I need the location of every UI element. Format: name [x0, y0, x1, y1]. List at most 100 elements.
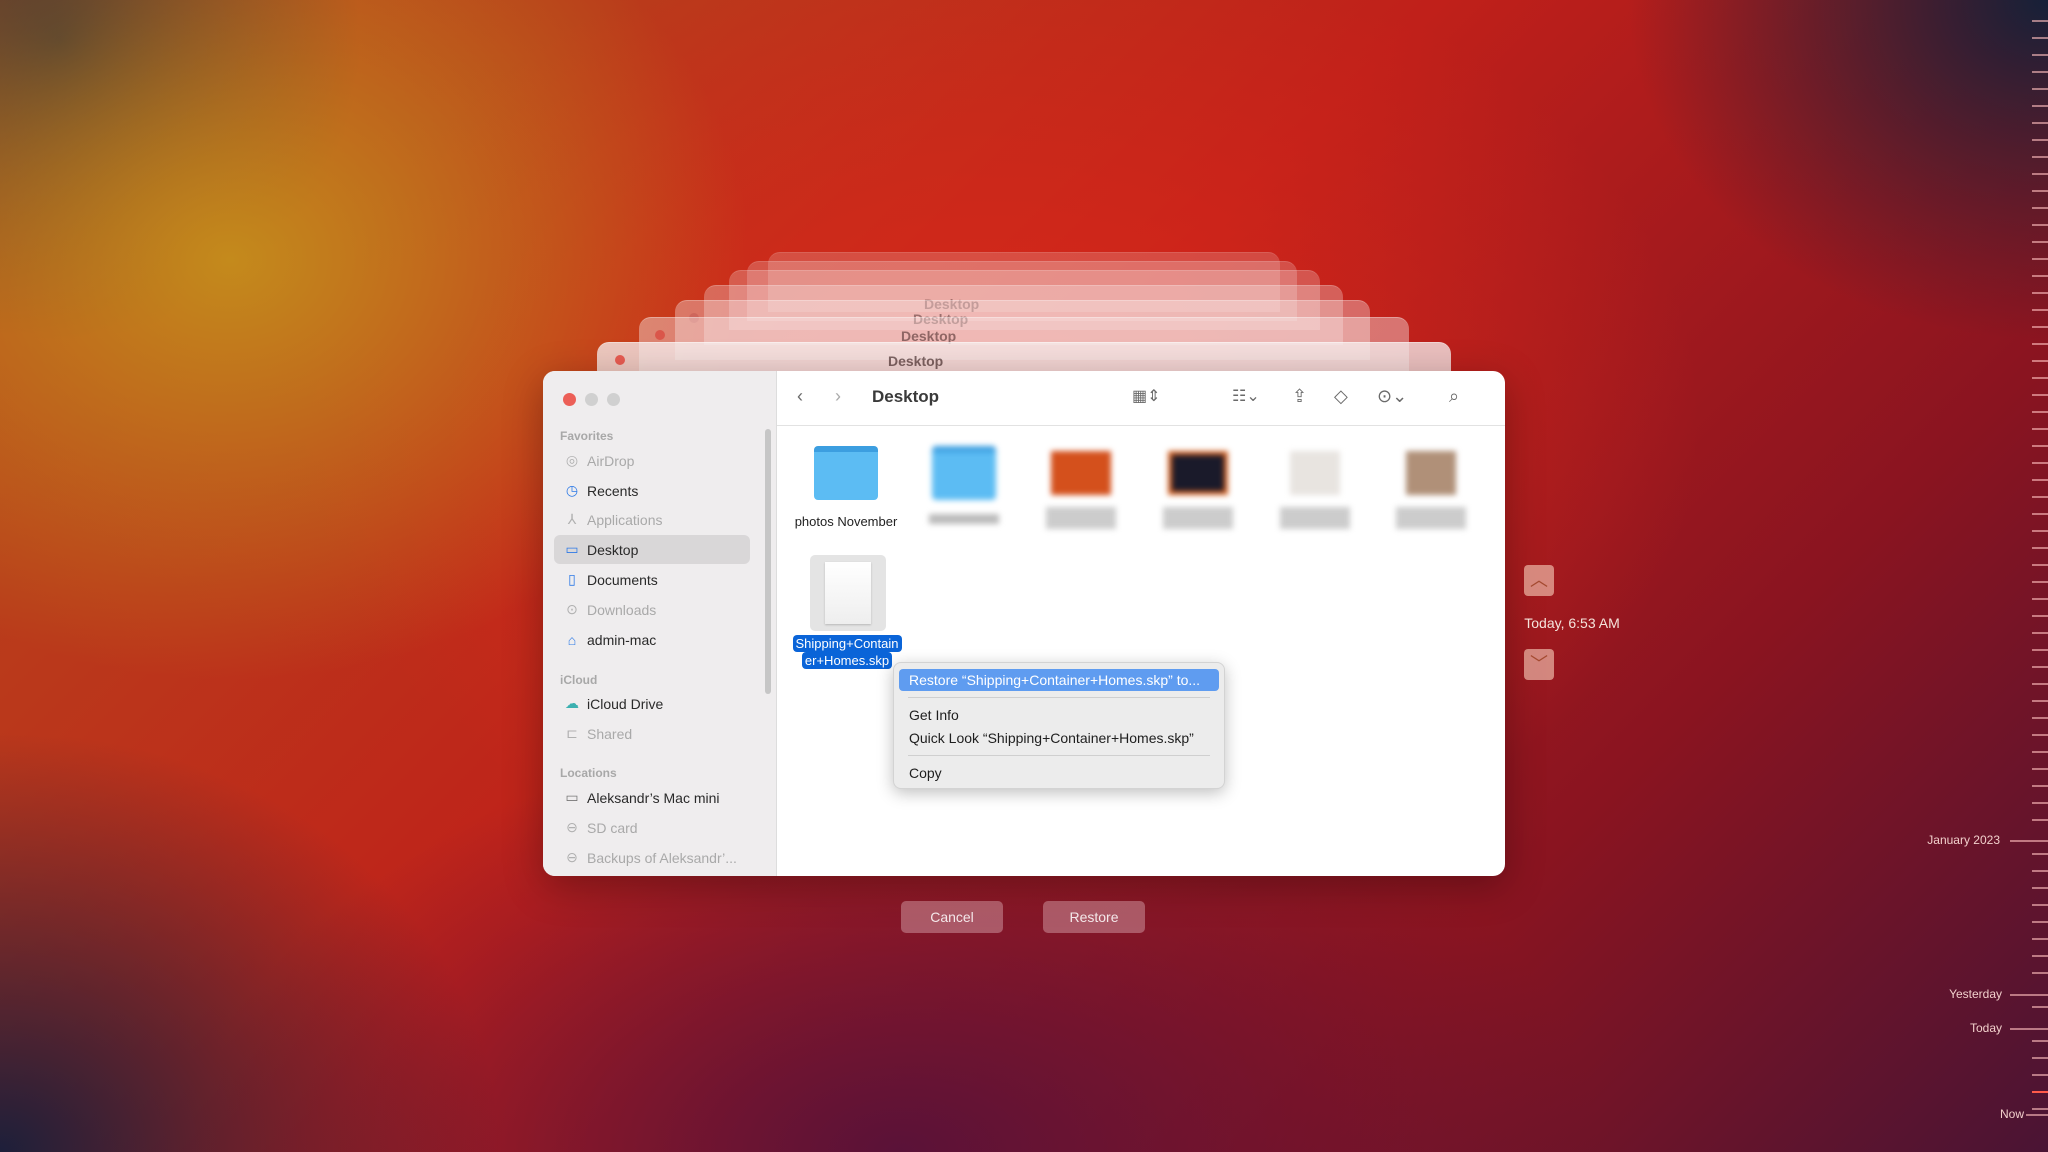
- restore-button[interactable]: Restore: [1043, 901, 1145, 933]
- menu-item-restore[interactable]: Restore “Shipping+Container+Homes.skp” t…: [899, 669, 1219, 691]
- timeline-tick[interactable]: [2010, 994, 2048, 996]
- sidebar-item-sd-card[interactable]: ⊖ SD card: [554, 813, 750, 842]
- timeline-tick[interactable]: [2032, 71, 2048, 73]
- timeline-tick[interactable]: [2032, 683, 2048, 685]
- timeline-tick[interactable]: [2032, 54, 2048, 56]
- sidebar-item-shared[interactable]: ⊏ Shared: [554, 719, 750, 748]
- timeline-tick[interactable]: [2032, 1091, 2048, 1093]
- timeline-tick[interactable]: [2032, 479, 2048, 481]
- timeline-tick[interactable]: [2032, 972, 2048, 974]
- sidebar-item-home[interactable]: ⌂ admin-mac: [554, 625, 750, 654]
- next-snapshot-button[interactable]: ﹀: [1524, 649, 1554, 680]
- share-icon[interactable]: ⇪: [1292, 386, 1307, 407]
- timeline-label[interactable]: Yesterday: [1882, 987, 2002, 1001]
- timeline-tick[interactable]: [2032, 700, 2048, 702]
- timeline-tick[interactable]: [2032, 105, 2048, 107]
- timeline-tick[interactable]: [2032, 360, 2048, 362]
- timeline-tick[interactable]: [2032, 581, 2048, 583]
- timeline-label[interactable]: Now: [1904, 1107, 2024, 1121]
- timeline-tick[interactable]: [2032, 1057, 2048, 1059]
- timeline-label[interactable]: Today: [1882, 1021, 2002, 1035]
- minimize-button[interactable]: [585, 393, 598, 406]
- timeline-tick[interactable]: [2032, 122, 2048, 124]
- timeline-tick[interactable]: [2032, 887, 2048, 889]
- menu-item-quick-look[interactable]: Quick Look “Shipping+Container+Homes.skp…: [899, 727, 1219, 749]
- selected-file-item[interactable]: [810, 555, 886, 631]
- group-icon[interactable]: ☷⌄: [1232, 386, 1260, 406]
- timeline-tick[interactable]: [2032, 819, 2048, 821]
- timeline-tick[interactable]: [2032, 377, 2048, 379]
- sidebar-item-airdrop[interactable]: ◎ AirDrop: [554, 446, 750, 475]
- cancel-button[interactable]: Cancel: [901, 901, 1003, 933]
- timeline-tick[interactable]: [2032, 411, 2048, 413]
- view-mode-icon[interactable]: ▦⇕: [1132, 386, 1161, 406]
- sidebar-item-documents[interactable]: ▯ Documents: [554, 565, 750, 594]
- search-icon[interactable]: ⌕: [1449, 386, 1459, 407]
- timeline-tick[interactable]: [2032, 547, 2048, 549]
- timeline-tick[interactable]: [2032, 343, 2048, 345]
- timeline-tick[interactable]: [2032, 224, 2048, 226]
- timeline-tick[interactable]: [2032, 632, 2048, 634]
- timeline-tick[interactable]: [2032, 564, 2048, 566]
- timeline-tick[interactable]: [2032, 1006, 2048, 1008]
- file-item-blurred[interactable]: [1026, 446, 1136, 529]
- timeline-tick-now[interactable]: [2026, 1114, 2048, 1116]
- timeline-tick[interactable]: [2032, 20, 2048, 22]
- timeline-tick[interactable]: [2032, 921, 2048, 923]
- sidebar-item-desktop[interactable]: ▭ Desktop: [554, 535, 750, 564]
- sidebar-item-recents[interactable]: ◷ Recents: [554, 476, 750, 505]
- sidebar-item-icloud-drive[interactable]: ☁ iCloud Drive: [554, 689, 750, 718]
- menu-item-copy[interactable]: Copy: [899, 762, 1219, 784]
- timeline-tick[interactable]: [2032, 615, 2048, 617]
- timeline-tick[interactable]: [2032, 938, 2048, 940]
- file-item-blurred[interactable]: [909, 446, 1019, 524]
- timeline-tick[interactable]: [2032, 88, 2048, 90]
- sidebar-item-mac-mini[interactable]: ▭ Aleksandr’s Mac mini: [554, 783, 750, 812]
- zoom-button[interactable]: [607, 393, 620, 406]
- timeline-tick[interactable]: [2032, 513, 2048, 515]
- file-item-blurred[interactable]: [1376, 446, 1486, 529]
- sidebar-item-applications[interactable]: ⅄ Applications: [554, 505, 750, 534]
- timeline-tick[interactable]: [2032, 870, 2048, 872]
- timeline-tick[interactable]: [2032, 598, 2048, 600]
- timeline-tick[interactable]: [2032, 37, 2048, 39]
- timeline-tick[interactable]: [2032, 394, 2048, 396]
- file-item-blurred[interactable]: [1143, 446, 1253, 529]
- timeline-tick[interactable]: [2032, 904, 2048, 906]
- timeline-tick[interactable]: [2032, 207, 2048, 209]
- timeline-label[interactable]: January 2023: [1880, 833, 2000, 847]
- timeline-tick[interactable]: [2032, 1108, 2048, 1110]
- timeline-tick[interactable]: [2010, 1028, 2048, 1030]
- forward-button[interactable]: ›: [835, 386, 841, 407]
- menu-item-get-info[interactable]: Get Info: [899, 704, 1219, 726]
- timeline-tick[interactable]: [2032, 462, 2048, 464]
- timeline-tick[interactable]: [2032, 717, 2048, 719]
- more-actions-icon[interactable]: ⊙⌄: [1377, 386, 1407, 407]
- timeline-tick[interactable]: [2032, 428, 2048, 430]
- timeline-tick[interactable]: [2032, 445, 2048, 447]
- timeline-tick[interactable]: [2032, 802, 2048, 804]
- back-button[interactable]: ‹: [797, 386, 803, 407]
- timeline-tick[interactable]: [2032, 190, 2048, 192]
- timeline-tick[interactable]: [2032, 530, 2048, 532]
- timeline-tick[interactable]: [2032, 156, 2048, 158]
- timeline-tick[interactable]: [2032, 1040, 2048, 1042]
- timeline-tick[interactable]: [2032, 734, 2048, 736]
- timeline-tick[interactable]: [2032, 751, 2048, 753]
- file-item-blurred[interactable]: [1260, 446, 1370, 529]
- timeline-tick[interactable]: [2032, 666, 2048, 668]
- timeline-tick[interactable]: [2032, 275, 2048, 277]
- sidebar-item-downloads[interactable]: ⊙ Downloads: [554, 595, 750, 624]
- timeline-tick[interactable]: [2032, 1074, 2048, 1076]
- timeline-tick[interactable]: [2032, 139, 2048, 141]
- sidebar-scrollbar[interactable]: [765, 429, 771, 694]
- timeline-tick[interactable]: [2032, 258, 2048, 260]
- sidebar-item-backups[interactable]: ⊖ Backups of Aleksandr’...: [554, 843, 750, 872]
- timeline-tick[interactable]: [2032, 326, 2048, 328]
- close-button[interactable]: [563, 393, 576, 406]
- timeline-tick[interactable]: [2032, 649, 2048, 651]
- timeline-tick[interactable]: [2032, 496, 2048, 498]
- timeline-tick[interactable]: [2032, 241, 2048, 243]
- timeline-tick[interactable]: [2032, 173, 2048, 175]
- timeline-tick[interactable]: [2032, 309, 2048, 311]
